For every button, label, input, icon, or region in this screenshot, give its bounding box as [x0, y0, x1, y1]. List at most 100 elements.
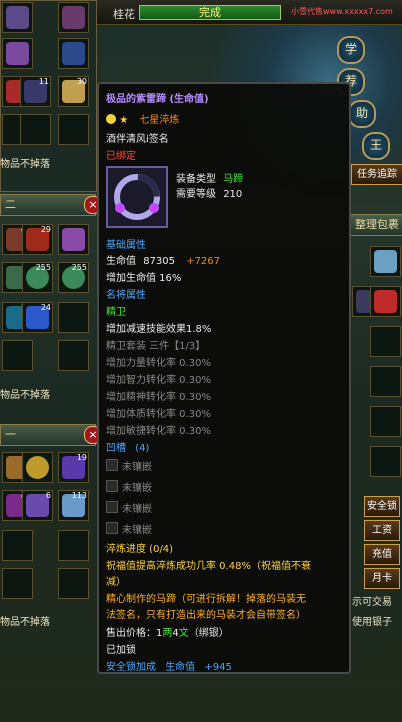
- hp-row: 生命值 87305 +7267: [106, 252, 220, 267]
- inventory-slot[interactable]: 29: [22, 224, 53, 255]
- inventory-slot[interactable]: 255: [22, 262, 53, 293]
- socket-row: 未镶嵌: [106, 500, 152, 515]
- progress-bar: 完成: [139, 5, 281, 20]
- item-count: 255: [35, 263, 51, 272]
- item-icon: [62, 228, 85, 251]
- no-drop-label: 物品不掉落: [0, 390, 50, 401]
- silver-hint: 使用银子: [352, 617, 392, 628]
- socket-label: 未镶嵌: [122, 525, 152, 536]
- task-track-button[interactable]: 任务追踪: [351, 164, 402, 185]
- monthly-card-button[interactable]: 月卡: [364, 568, 400, 589]
- inventory-slot[interactable]: [370, 366, 401, 397]
- item-count: 24: [40, 303, 51, 312]
- inventory-slot[interactable]: [58, 38, 89, 69]
- description-line: 精心制作的马蹄（可进行拆解！掉落的马装无: [106, 594, 306, 605]
- item-icon: [6, 6, 29, 29]
- price-row: 售出价格：1两4文（绑银）: [106, 624, 229, 639]
- item-icon: [26, 456, 49, 479]
- inventory-slot[interactable]: [2, 2, 33, 33]
- recharge-button[interactable]: 充值: [364, 544, 400, 565]
- inventory-slot[interactable]: [370, 286, 401, 317]
- help-button[interactable]: 助: [348, 100, 376, 128]
- inventory-slot[interactable]: [2, 568, 33, 599]
- set-stat: 增加智力转化率 0.30%: [106, 375, 211, 386]
- inventory-slot[interactable]: [58, 224, 89, 255]
- safe-lock-button[interactable]: 安全锁: [364, 496, 400, 517]
- locked-status: 已加锁: [106, 645, 136, 656]
- horseshoe-icon: [114, 174, 160, 220]
- level-value: 210: [223, 189, 243, 200]
- king-button[interactable]: 王: [362, 132, 390, 160]
- item-count: 29: [40, 225, 51, 234]
- bag-sort-label: 整理包裹: [355, 218, 399, 231]
- item-title: 极品的紫雷蹄 (生命值): [106, 94, 209, 105]
- equip-type-value: 马蹄: [223, 174, 244, 185]
- lock-bonus-stat: 生命值: [165, 662, 196, 673]
- inventory-slot[interactable]: [370, 246, 401, 277]
- inventory-slot[interactable]: [370, 406, 401, 437]
- lock-bonus-value: +945: [204, 662, 232, 673]
- description-line: 法签名，只有打造出来的马装才会自带签名）: [106, 610, 306, 621]
- bound-status: 已绑定: [106, 151, 136, 162]
- tradeable-hint: 示可交易: [352, 597, 392, 608]
- level-label: 需要等级: [176, 189, 216, 200]
- item-tooltip: 极品的紫雷蹄 (生命值) ★ 七星淬炼 酒伴清风i签名 已绑定 装备类型 马蹄 …: [97, 82, 351, 674]
- inventory-slot[interactable]: [2, 340, 33, 371]
- refine-progress: 淬炼进度 (0/4): [106, 544, 174, 555]
- study-button[interactable]: 学: [337, 36, 365, 64]
- inventory-slot[interactable]: 24: [22, 302, 53, 333]
- item-icon: [62, 42, 85, 65]
- inventory-slot[interactable]: [370, 446, 401, 477]
- refine-row: ★ 七星淬炼: [106, 111, 179, 126]
- inventory-slot[interactable]: 255: [58, 262, 89, 293]
- no-drop-label: 物品不掉落: [0, 617, 50, 628]
- inventory-slot[interactable]: [58, 2, 89, 33]
- inventory-slot[interactable]: [58, 114, 89, 145]
- inventory-slot[interactable]: [2, 530, 33, 561]
- inventory-slot[interactable]: [20, 114, 51, 145]
- socket-label: 未镶嵌: [122, 504, 152, 515]
- set-line: 精卫套装 三件【1/3】: [106, 341, 206, 352]
- item-icon: [6, 42, 29, 65]
- watermark: 小雪代售www.xxxxx7.com: [291, 7, 393, 16]
- inventory-slot[interactable]: 30: [58, 76, 89, 107]
- inventory-slot[interactable]: 6: [22, 490, 53, 521]
- set-stat: 增加精神转化率 0.30%: [106, 392, 211, 403]
- socket-row: 未镶嵌: [106, 521, 152, 536]
- item-icon: [374, 250, 397, 273]
- bag-sort-button[interactable]: 整理包裹: [350, 214, 402, 236]
- socket-header-row: 凹槽 (4): [106, 439, 149, 454]
- set-stat: 增加体质转化率 0.30%: [106, 409, 211, 420]
- star-icon: ★: [119, 115, 129, 126]
- panel-header-label: 二: [5, 198, 16, 211]
- item-count: 19: [76, 453, 87, 462]
- inventory-slot[interactable]: [58, 302, 89, 333]
- set-stat: 增加敏捷转化率 0.30%: [106, 426, 211, 437]
- item-count: 30: [76, 77, 87, 86]
- inventory-slot[interactable]: 11: [20, 76, 51, 107]
- inventory-slot[interactable]: [2, 38, 33, 69]
- inventory-slot[interactable]: [58, 340, 89, 371]
- inventory-slot[interactable]: [22, 452, 53, 483]
- salary-button[interactable]: 工资: [364, 520, 400, 541]
- bless-line: 减）: [106, 577, 126, 588]
- socket-icon: [106, 459, 118, 471]
- lock-bonus-label: 安全锁加成: [106, 662, 156, 673]
- socket-row: 未镶嵌: [106, 479, 152, 494]
- inventory-slot[interactable]: 113: [58, 490, 89, 521]
- item-count: 255: [71, 263, 87, 272]
- target-name: 桂花: [113, 8, 135, 21]
- inventory-slot[interactable]: 19: [58, 452, 89, 483]
- socket-header: 凹槽: [106, 443, 126, 454]
- price-bind: （绑银）: [188, 628, 229, 639]
- inventory-slot[interactable]: [58, 530, 89, 561]
- level-row: 需要等级 210: [176, 185, 242, 200]
- slow-effect: 增加减速技能效果1.8%: [106, 324, 212, 335]
- panel-header: 二: [0, 194, 96, 216]
- inventory-slot[interactable]: [58, 568, 89, 599]
- panel-header: 一: [0, 424, 96, 446]
- inventory-slot[interactable]: [370, 326, 401, 357]
- set-stat: 增加力量转化率 0.30%: [106, 358, 211, 369]
- price-wen-unit: 文: [178, 628, 189, 639]
- target-bar: 桂花 完成 小雪代售www.xxxxx7.com: [95, 0, 402, 25]
